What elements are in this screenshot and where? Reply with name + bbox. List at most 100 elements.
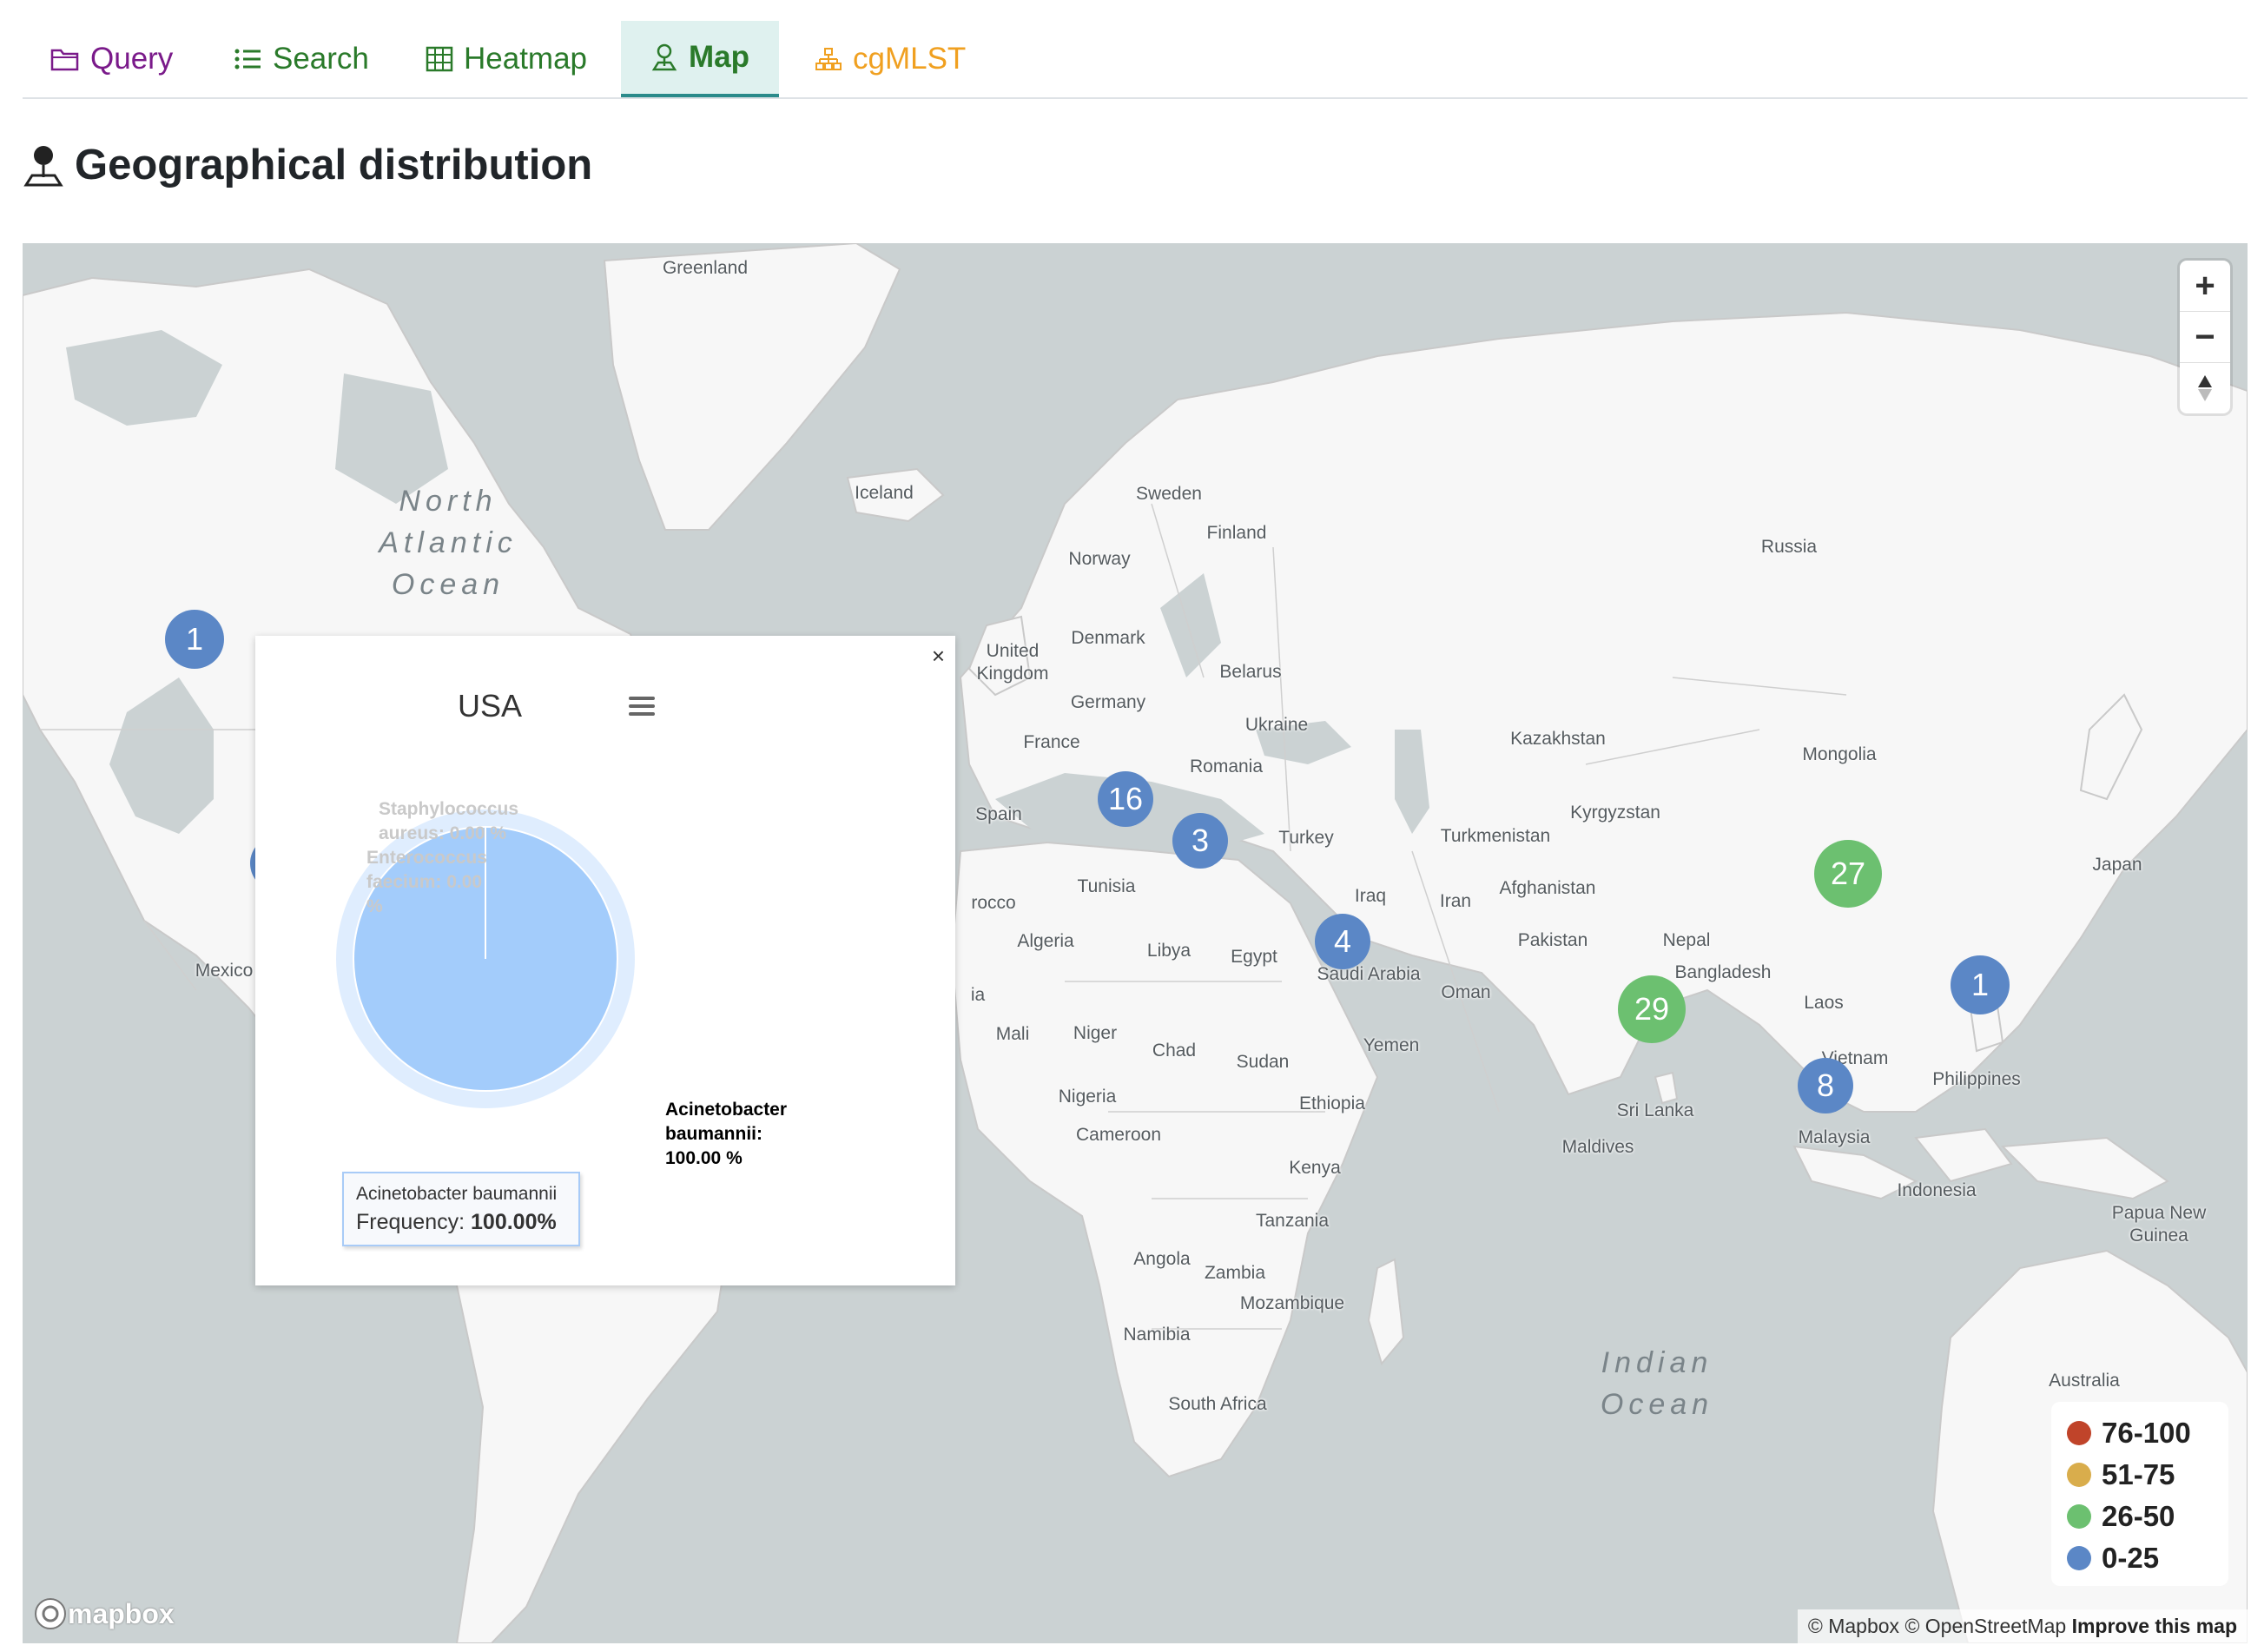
pie-label-line: 100.00 % [665,1148,743,1168]
pie-label-acinetobacter: Acinetobacter baumannii: 100.00 % [665,1098,787,1171]
tab-heatmap[interactable]: Heatmap [426,21,587,97]
country-label: Pakistan [1517,930,1588,950]
country-label: Kyrgyzstan [1570,803,1660,823]
tab-query-label: Query [90,42,174,76]
country-label: Sudan [1236,1052,1290,1072]
country-label: Mexico [195,961,254,981]
map-marker-saudi-arabia[interactable]: 4 [1315,914,1370,969]
chart-tooltip: Acinetobacter baumannii Frequency: 100.0… [342,1172,580,1246]
country-label: Japan [2092,855,2142,875]
ocean-label-line: North [399,485,498,518]
map-marker-italy[interactable]: 16 [1098,771,1153,827]
country-label: ia [970,985,986,1005]
pie-label-staphylococcus: Staphylococcus aureus: 0.00 % [379,797,518,846]
legend-item: 26-50 [2067,1496,2228,1537]
tab-map-label: Map [689,40,749,74]
zoom-in-button[interactable]: + [2180,261,2230,312]
tab-map[interactable]: Map [621,21,779,97]
legend-label: 76-100 [2102,1417,2191,1449]
hierarchy-icon [815,48,842,70]
country-label: Nepal [1662,930,1711,950]
map-marker-greece[interactable]: 3 [1172,813,1228,869]
country-label: Zambia [1204,1263,1266,1283]
map-marker-canada[interactable]: 1 [165,610,224,669]
country-label: Libya [1146,941,1192,961]
country-label: Russia [1760,537,1818,557]
legend-label: 26-50 [2102,1500,2175,1532]
list-icon [234,49,261,69]
map-marker-china[interactable]: 27 [1814,840,1882,908]
country-label: Indonesia [1897,1180,1977,1200]
tooltip-frequency: Frequency: 100.00% [356,1210,566,1235]
country-label: Turkmenistan [1440,826,1551,846]
ocean-label-line: Indian [1601,1346,1713,1379]
country-label: Oman [1441,982,1491,1002]
page-title-text: Geographical distribution [75,142,593,188]
legend-swatch [2067,1546,2091,1570]
legend-swatch [2067,1504,2091,1529]
compass-button[interactable] [2180,363,2230,413]
zoom-out-button[interactable]: − [2180,312,2230,363]
tab-cgmlst[interactable]: cgMLST [815,21,966,97]
map-pin-person-icon [651,43,677,71]
country-label: Denmark [1071,628,1145,648]
country-label: Iceland [855,483,914,503]
country-label: Norway [1068,549,1131,569]
country-label: Tanzania [1255,1211,1330,1231]
country-label: Kazakhstan [1510,729,1606,749]
legend-swatch [2067,1421,2091,1445]
country-label: Niger [1073,1023,1118,1043]
country-label: Guinea [2129,1226,2188,1246]
country-label: Cameroon [1075,1125,1162,1145]
country-label: Ukraine [1244,715,1309,735]
ocean-label-line: Ocean [391,568,505,601]
map-marker-thailand[interactable]: 8 [1798,1058,1853,1113]
pie-label-line: % [366,896,383,916]
country-label: Mongolia [1802,744,1877,764]
country-label: Belarus [1219,662,1282,682]
country-label: Chad [1152,1041,1197,1061]
country-label: Laos [1804,993,1844,1013]
map-marker-india[interactable]: 29 [1618,975,1686,1043]
mapbox-logo-text: mapbox [68,1597,175,1629]
ocean-label-line: Atlantic [379,526,518,559]
country-label: Sweden [1136,484,1202,504]
country-label: Yemen [1363,1035,1420,1055]
pie-label-line: Enterococcus [366,848,487,868]
pie-label-enterococcus: Enterococcus faecium: 0.00 % [366,846,487,919]
country-label: Egypt [1231,947,1277,967]
pie-label-line: aureus: 0.00 % [379,823,507,843]
legend-swatch [2067,1463,2091,1487]
mapbox-logo-icon [35,1598,66,1629]
map-marker-taiwan[interactable]: 1 [1951,955,2010,1014]
map-legend: 76-100 51-75 26-50 0-25 [2051,1402,2228,1586]
country-label: Kingdom [976,664,1049,684]
country-label: Finland [1206,523,1267,543]
ocean-label-line: Ocean [1600,1388,1714,1421]
country-label: Spain [975,804,1022,824]
country-label: Mali [995,1024,1030,1044]
tab-cgmlst-label: cgMLST [853,42,967,76]
tab-query[interactable]: Query [50,21,173,97]
attribution-osm-link[interactable]: © OpenStreetMap [1904,1615,2066,1637]
country-label: Mozambique [1239,1293,1345,1313]
country-label: Romania [1189,757,1264,776]
pie-label-line: faecium: 0.00 [366,872,483,892]
legend-item: 51-75 [2067,1454,2228,1496]
country-label: Germany [1070,692,1146,712]
attribution-mapbox-link[interactable]: © Mapbox [1808,1615,1899,1637]
country-label: South Africa [1168,1394,1267,1414]
country-label: Philippines [1932,1069,2021,1089]
folder-icon [50,49,79,71]
legend-item: 0-25 [2067,1537,2228,1579]
country-label: Nigeria [1058,1087,1117,1107]
pie-label-line: Acinetobacter [665,1100,788,1120]
country-label: Sri Lanka [1616,1100,1694,1120]
country-label: Malaysia [1798,1127,1871,1147]
tab-search[interactable]: Search [234,21,369,97]
ocean-label-north-atlantic: North Atlantic Ocean [379,480,518,605]
country-label: Greenland [662,258,749,278]
mapbox-logo[interactable]: mapbox [33,1596,175,1631]
improve-map-link[interactable]: Improve this map [2072,1615,2237,1637]
country-label: Kenya [1289,1158,1341,1178]
